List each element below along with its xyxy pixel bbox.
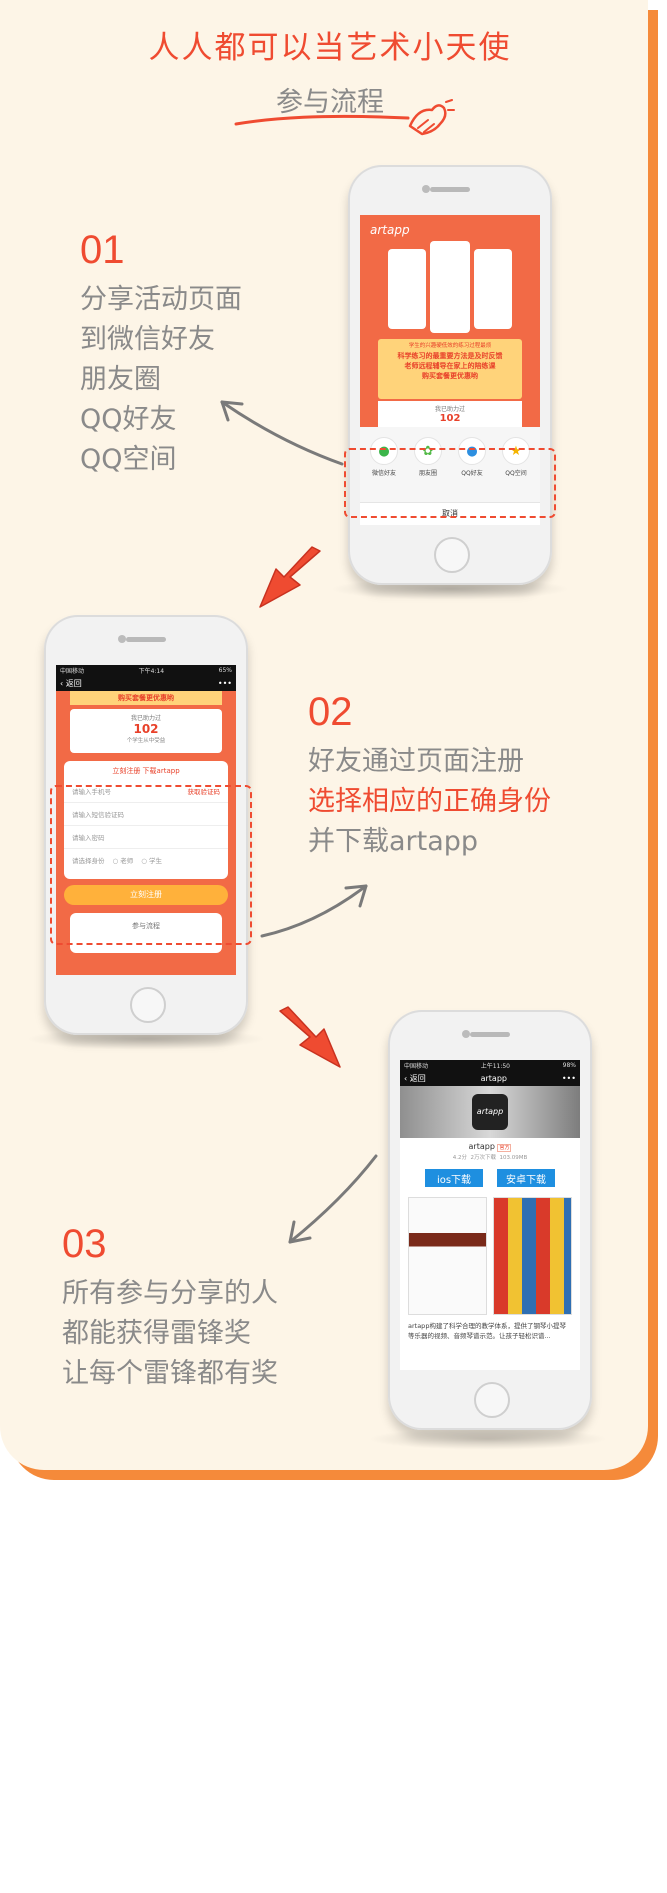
app-description: artapp构建了科学合理的教学体系，提供了钢琴小提琴等乐器的视频、音频琴谱示范…: [408, 1322, 566, 1340]
help-label: 我已助力过: [130, 715, 161, 722]
app-info: artapp 官方 4.2分 2万次下载 103.09MB ios下载 安卓下载: [400, 1138, 580, 1187]
step-3-number: 03: [62, 1222, 107, 1266]
step-2-line: 并下载artapp: [308, 826, 479, 857]
preview-card: [430, 241, 470, 333]
help-box: 我已助力过 102: [378, 401, 522, 427]
step-2-text: 好友通过页面注册 选择相应的正确身份 并下载artapp: [308, 742, 551, 862]
slogan-line: 科学练习的最重要方法是及时反馈: [397, 352, 503, 360]
arrow-to-step2-icon: [260, 884, 368, 938]
home-button: [434, 537, 470, 573]
slogan-small: 学生的兴趣硬低效的练习过程最烦: [408, 343, 492, 349]
nav-bar: ‹ 返回 •••: [56, 675, 236, 691]
more-button[interactable]: •••: [218, 679, 232, 688]
android-download-button[interactable]: 安卓下载: [497, 1169, 555, 1187]
nav-title: artapp: [480, 1073, 507, 1083]
step-2-number: 02: [308, 690, 353, 734]
arrow-to-step3-icon: [288, 1154, 378, 1244]
home-button: [474, 1382, 510, 1418]
app-stats: 4.2分 2万次下载 103.09MB: [400, 1153, 580, 1161]
back-button[interactable]: ‹ 返回: [404, 1073, 426, 1084]
status-bar: 中国移动 下午4:14 65%: [56, 665, 236, 675]
phone-3-screen: 中国移动 上午11:50 98% ‹ 返回 artapp ••• artapp …: [400, 1060, 580, 1370]
preview-card: [388, 249, 426, 329]
slogan-banner: 学生的兴趣硬低效的练习过程最烦 科学练习的最重要方法是及时反馈 老师远程辅导在家…: [378, 339, 522, 399]
underline-squiggle-icon: [234, 114, 410, 126]
back-button[interactable]: ‹ 返回: [60, 678, 82, 689]
phone-share-mockup: artapp 学生的兴趣硬低效的练习过程最烦 科学练习的最重要方法是及时反馈 老…: [348, 165, 552, 585]
camera-dot: [462, 1030, 470, 1038]
carrier-label: 中国移动: [60, 667, 85, 675]
help-count: 102: [439, 413, 461, 424]
battery-label: 65%: [218, 666, 232, 674]
help-count: 102: [133, 722, 159, 736]
status-bar: 中国移动 上午11:50 98%: [400, 1060, 580, 1070]
phone-download-mockup: 中国移动 上午11:50 98% ‹ 返回 artapp ••• artapp …: [388, 1010, 592, 1430]
app-name-row: artapp 官方: [400, 1142, 580, 1152]
carrier-label: 中国移动: [404, 1062, 429, 1070]
step-1-line: 到微信好友: [80, 324, 215, 355]
more-button[interactable]: •••: [562, 1074, 576, 1083]
battery-label: 98%: [562, 1061, 576, 1069]
camera-dot: [118, 635, 126, 643]
preview-card: [474, 249, 512, 329]
speaker-slot: [126, 637, 166, 642]
red-down-arrow-icon: [259, 546, 321, 608]
download-buttons: ios下载 安卓下载: [400, 1169, 580, 1187]
time-label: 下午4:14: [138, 667, 165, 675]
home-button: [130, 987, 166, 1023]
download-count: 2万次下载: [470, 1155, 496, 1161]
step-3-line: 让每个雷锋都有奖: [62, 1358, 278, 1389]
form-title: 立刻注册 下载artapp: [112, 767, 180, 775]
pointing-hand-icon: [408, 99, 455, 136]
help-sub: 个学生从中受益: [126, 738, 166, 744]
app-name: artapp: [468, 1142, 495, 1151]
official-tag: 官方: [497, 1144, 512, 1152]
step-3-text: 所有参与分享的人 都能获得雷锋奖 让每个雷锋都有奖: [62, 1274, 278, 1394]
help-box: 我已助力过 102 个学生从中受益: [70, 709, 222, 753]
time-label: 上午11:50: [480, 1062, 510, 1070]
help-label: 我已助力过: [434, 406, 465, 413]
camera-dot: [422, 185, 430, 193]
app-icon: artapp: [472, 1094, 508, 1130]
arrow-to-step1-icon: [220, 400, 344, 466]
share-highlight-box: [344, 448, 556, 518]
app-preview-cards: [388, 241, 512, 337]
app-screenshot: [493, 1197, 572, 1315]
step-3-line: 所有参与分享的人: [62, 1278, 278, 1309]
page-title: 人人都可以当艺术小天使: [148, 30, 512, 66]
back-label: 返回: [409, 1073, 426, 1083]
ios-download-button[interactable]: ios下载: [425, 1169, 483, 1187]
app-header-blur: artapp: [400, 1086, 580, 1138]
rating: 4.2分: [452, 1155, 467, 1161]
speaker-slot: [430, 187, 470, 192]
app-screenshot: [408, 1197, 487, 1315]
step-1-line: 分享活动页面: [80, 284, 242, 315]
slogan-line: 老师远程辅导在家上的陪练课: [404, 362, 496, 370]
phone-shadow: [368, 1428, 608, 1450]
screenshots-row: [400, 1187, 580, 1315]
step-2-line: 好友通过页面注册: [308, 746, 524, 777]
register-highlight-box: [50, 785, 252, 945]
red-down-arrow-icon: [279, 1006, 341, 1068]
back-label: 返回: [65, 678, 82, 688]
step-1-number: 01: [80, 228, 125, 272]
slogan-line: 购买套餐更优惠哟: [422, 372, 478, 380]
banner-strip: 购买套餐更优惠哟: [70, 691, 222, 705]
speaker-slot: [470, 1032, 510, 1037]
step-3-line: 都能获得雷锋奖: [62, 1318, 251, 1349]
nav-bar: ‹ 返回 artapp •••: [400, 1070, 580, 1086]
step-2-line-highlight: 选择相应的正确身份: [308, 786, 551, 817]
app-size: 103.09MB: [499, 1155, 528, 1161]
